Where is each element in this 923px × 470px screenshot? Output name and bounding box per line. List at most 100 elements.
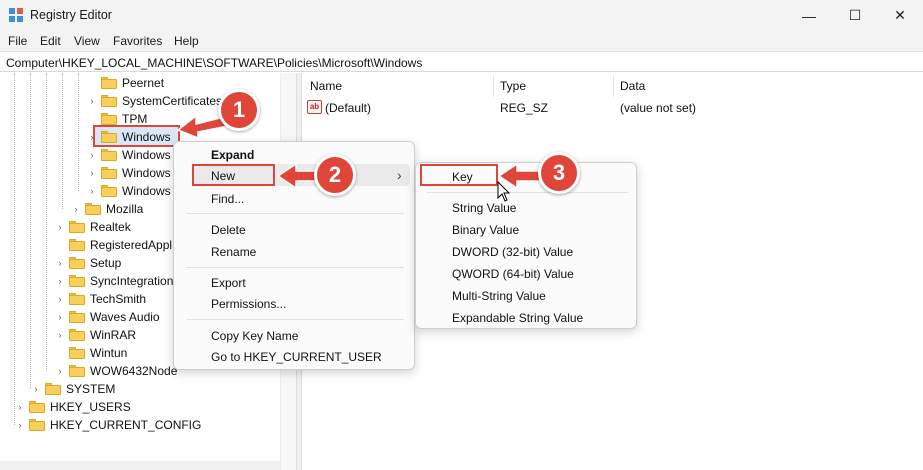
tree-node[interactable]: › TechSmith (54, 290, 147, 308)
tree-node[interactable]: › Windows (86, 146, 171, 164)
tree-horizontal-scrollbar[interactable] (0, 461, 280, 470)
tree-node[interactable]: › HKEY_USERS (14, 398, 131, 416)
tree-node-label: Wintun (90, 346, 128, 360)
tree-node-label: TechSmith (90, 292, 147, 306)
menu-rename[interactable]: Rename (211, 245, 256, 259)
column-data[interactable]: Data (620, 79, 645, 99)
column-separator[interactable] (493, 75, 494, 97)
tree-node[interactable]: Peernet (86, 74, 164, 92)
chevron-right-icon[interactable]: › (54, 294, 66, 304)
tree-node[interactable]: Wintun (54, 344, 127, 362)
tree-node[interactable]: › Waves Audio (54, 308, 160, 326)
tree-guide (78, 73, 79, 191)
tree-node[interactable]: › SYSTEM (30, 380, 116, 398)
callout-number: 3 (552, 160, 566, 185)
tree-node[interactable]: › Windows (86, 128, 171, 146)
callout-3: 3 (538, 152, 580, 194)
chevron-right-icon[interactable]: › (54, 222, 66, 232)
callout-number: 2 (328, 162, 342, 187)
address-bar[interactable]: Computer\HKEY_LOCAL_MACHINE\SOFTWARE\Pol… (0, 51, 923, 72)
tree-node[interactable]: › Windows (86, 164, 171, 182)
string-value-icon: ab (307, 100, 322, 114)
menu-separator (186, 319, 404, 320)
menu-permissions[interactable]: Permissions... (211, 297, 286, 311)
window-title: Registry Editor (30, 8, 112, 22)
tree-node[interactable]: › Realtek (54, 218, 131, 236)
chevron-right-icon[interactable]: › (54, 312, 66, 322)
submenu-expandable-string-value[interactable]: Expandable String Value (452, 311, 583, 325)
menu-view[interactable]: View (74, 34, 100, 48)
folder-icon (69, 329, 85, 341)
chevron-right-icon[interactable]: › (54, 258, 66, 268)
menu-file[interactable]: File (8, 34, 27, 48)
chevron-right-icon[interactable]: › (54, 276, 66, 286)
chevron-right-icon[interactable]: › (86, 132, 98, 142)
callout-2: 2 (314, 154, 356, 196)
maximize-button[interactable]: ☐ (832, 0, 878, 31)
chevron-right-icon[interactable]: › (86, 168, 98, 178)
column-name[interactable]: Name (310, 79, 342, 99)
tree-node-label: Setup (90, 256, 122, 270)
menu-export[interactable]: Export (211, 276, 246, 290)
tree-node[interactable]: › WOW6432Node (54, 362, 178, 380)
folder-icon (29, 401, 45, 413)
tree-node[interactable]: › HKEY_CURRENT_CONFIG (14, 416, 202, 434)
folder-icon (69, 221, 85, 233)
menu-goto-hkcu[interactable]: Go to HKEY_CURRENT_USER (211, 350, 382, 364)
chevron-right-icon[interactable]: › (86, 186, 98, 196)
callout-1: 1 (218, 89, 260, 131)
new-item-callout-box (192, 164, 275, 186)
tree-node[interactable]: TPM (86, 110, 147, 128)
maximize-icon: ☐ (848, 7, 862, 23)
tree-guide (46, 73, 47, 371)
tree-node-label: Windows (122, 166, 171, 180)
chevron-right-icon[interactable]: › (14, 420, 26, 430)
tree-node-label: Mozilla (106, 202, 144, 216)
folder-icon (101, 95, 117, 107)
menu-copy-key-name[interactable]: Copy Key Name (211, 329, 298, 343)
column-type[interactable]: Type (500, 79, 526, 99)
chevron-right-icon[interactable]: › (86, 96, 98, 106)
close-button[interactable]: ✕ (877, 0, 923, 31)
tree-node-label: TPM (122, 112, 148, 126)
submenu-multi-string-value[interactable]: Multi-String Value (452, 289, 546, 303)
column-separator[interactable] (613, 75, 614, 97)
menu-find[interactable]: Find... (211, 192, 244, 206)
title-bar: Registry Editor — ☐ ✕ (0, 0, 923, 31)
menu-bar: File Edit View Favorites Help (0, 31, 923, 51)
submenu-string-value[interactable]: String Value (452, 201, 516, 215)
menu-separator (186, 267, 404, 268)
chevron-right-icon[interactable]: › (14, 402, 26, 412)
menu-help[interactable]: Help (174, 34, 199, 48)
tree-node[interactable]: › Setup (54, 254, 122, 272)
chevron-right-icon[interactable]: › (70, 204, 82, 214)
chevron-right-icon[interactable]: › (54, 366, 66, 376)
tree-node[interactable]: › SyncIntegration (54, 272, 174, 290)
folder-icon (101, 131, 117, 143)
submenu-dword-value[interactable]: DWORD (32-bit) Value (452, 245, 573, 259)
chevron-right-icon[interactable]: › (30, 384, 42, 394)
chevron-right-icon[interactable]: › (54, 330, 66, 340)
minimize-button[interactable]: — (786, 0, 832, 31)
value-name[interactable]: (Default) (325, 101, 371, 115)
folder-icon (85, 203, 101, 215)
tree-node-label: WOW6432Node (90, 364, 178, 378)
tree-node[interactable]: RegisteredAppl (54, 236, 172, 254)
submenu-qword-value[interactable]: QWORD (64-bit) Value (452, 267, 574, 281)
folder-icon (69, 347, 85, 359)
menu-delete[interactable]: Delete (211, 223, 246, 237)
tree-node[interactable]: › WinRAR (54, 326, 137, 344)
menu-favorites[interactable]: Favorites (113, 34, 162, 48)
submenu-binary-value[interactable]: Binary Value (452, 223, 519, 237)
callout-number: 1 (232, 97, 246, 122)
tree-node-label: Realtek (90, 220, 131, 234)
tree-node[interactable]: › Mozilla (70, 200, 144, 218)
value-type: REG_SZ (500, 101, 549, 115)
menu-edit[interactable]: Edit (40, 34, 61, 48)
menu-expand[interactable]: Expand (211, 148, 254, 162)
folder-icon (69, 311, 85, 323)
folder-icon (101, 149, 117, 161)
chevron-right-icon[interactable]: › (86, 150, 98, 160)
tree-guide (14, 73, 15, 425)
tree-node[interactable]: › Windows (86, 182, 171, 200)
